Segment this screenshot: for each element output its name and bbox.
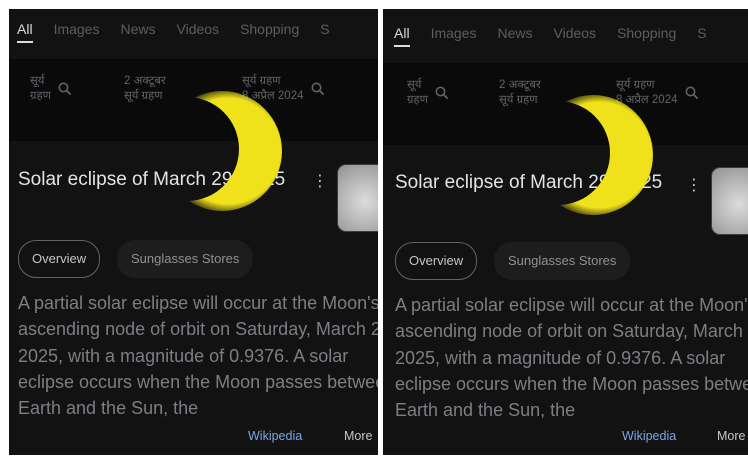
more-link[interactable]: More: [344, 429, 372, 443]
chip-line-1: सूर्य: [30, 75, 45, 87]
chip-line-1: सूर्य: [407, 79, 422, 91]
result-thumbnail[interactable]: [711, 167, 748, 235]
tab-all[interactable]: All: [17, 21, 33, 43]
more-vert-icon[interactable]: ⋮: [312, 174, 328, 190]
related-search-chip[interactable]: 2 अक्टूबर सूर्य ग्रहण: [124, 74, 166, 104]
overview-chip[interactable]: Overview: [18, 240, 101, 278]
chip-line-1: 2 अक्टूबर: [499, 79, 541, 91]
search-icon: [435, 86, 449, 100]
tab-shopping[interactable]: Shopping: [240, 21, 299, 41]
chip-line-2: ग्रहण: [407, 94, 428, 106]
tab-shopping[interactable]: Shopping: [617, 25, 676, 45]
search-icon: [58, 82, 72, 96]
overview-chip[interactable]: Overview: [395, 242, 478, 280]
result-description: A partial solar eclipse will occur at th…: [395, 295, 748, 421]
tab-images[interactable]: Images: [54, 21, 100, 41]
sunglasses-stores-chip[interactable]: Sunglasses Stores: [494, 242, 631, 280]
sunglasses-stores-chip[interactable]: Sunglasses Stores: [117, 240, 254, 278]
search-icon: [311, 82, 324, 96]
tab-images[interactable]: Images: [431, 25, 477, 45]
search-tabs: All Images News Videos Shopping S: [17, 21, 351, 43]
related-search-chip[interactable]: 2 अक्टूबर सूर्य ग्रहण: [499, 78, 541, 108]
chip-line-1: 2 अक्टूबर: [124, 75, 166, 87]
more-link[interactable]: More: [717, 429, 745, 443]
related-search-chip[interactable]: सूर्य ग्रहण: [30, 74, 72, 104]
more-vert-icon[interactable]: ⋮: [686, 178, 702, 194]
crescent-moon-icon: [172, 91, 282, 211]
wikipedia-link[interactable]: Wikipedia: [622, 429, 676, 443]
tab-truncated[interactable]: S: [320, 21, 329, 41]
chip-line-2: सूर्य ग्रहण: [124, 90, 163, 102]
tab-news[interactable]: News: [120, 21, 155, 41]
result-description: A partial solar eclipse will occur at th…: [18, 293, 378, 419]
search-tabs: All Images News Videos Shopping S: [394, 25, 728, 47]
crescent-moon-icon: [543, 95, 653, 215]
wikipedia-link[interactable]: Wikipedia: [248, 429, 302, 443]
chip-line-2: ग्रहण: [30, 90, 51, 102]
tab-truncated[interactable]: S: [697, 25, 706, 45]
tab-news[interactable]: News: [497, 25, 532, 45]
screenshot-right-pane: All Images News Videos Shopping S सूर्य ग्रहण …: [383, 9, 748, 455]
tab-videos[interactable]: Videos: [554, 25, 597, 45]
screenshot-left-pane: All Images News Videos Shopping S सूर्य ग्रहण …: [9, 9, 378, 455]
tab-videos[interactable]: Videos: [177, 21, 220, 41]
related-search-chip[interactable]: सूर्य ग्रहण: [407, 78, 449, 108]
tab-all[interactable]: All: [394, 25, 410, 47]
search-icon: [685, 86, 698, 100]
chip-line-2: सूर्य ग्रहण: [499, 94, 538, 106]
result-thumbnail[interactable]: [337, 164, 378, 232]
